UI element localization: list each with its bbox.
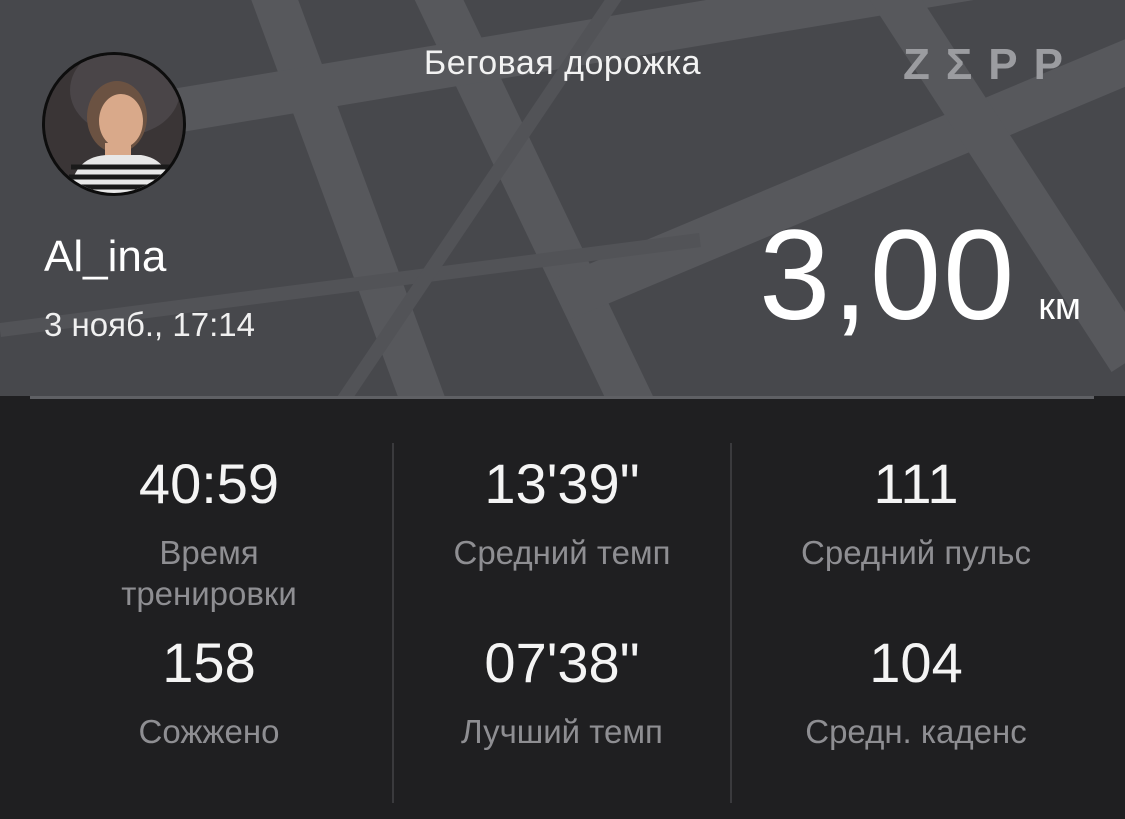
distance-display: 3,00 км — [759, 212, 1081, 340]
stat-label: Средн. каденс — [805, 713, 1027, 750]
user-name: Al_ina — [44, 232, 167, 281]
distance-value: 3,00 — [759, 204, 1017, 347]
stat-average-cadence: 104 Средн. каденс — [734, 635, 1098, 752]
stat-average-pace: 13'39" Средний темп — [396, 456, 728, 573]
stat-value: 40:59 — [138, 452, 280, 515]
stat-label: Средний пульс — [801, 534, 1031, 571]
distance-unit: км — [1038, 286, 1081, 328]
stat-average-heart-rate: 111 Средний пульс — [734, 456, 1098, 573]
stat-workout-time: 40:59 Время тренировки — [44, 456, 374, 614]
stat-value: 07'38" — [484, 631, 640, 694]
workout-date-time: 3 нояб., 17:14 — [44, 306, 255, 343]
stat-value: 13'39" — [484, 452, 640, 515]
column-separator — [730, 443, 732, 803]
workout-header: Беговая дорожка ZΣPP Al_ina 3 нояб., 17:… — [0, 0, 1125, 396]
column-separator — [392, 443, 394, 803]
stat-value: 111 — [873, 452, 959, 515]
stat-value: 104 — [869, 631, 963, 694]
stats-grid: 40:59 Время тренировки 13'39" Средний те… — [0, 399, 1125, 819]
stat-best-pace: 07'38" Лучший темп — [396, 635, 728, 752]
stat-label: Лучший темп — [461, 713, 663, 750]
stat-calories-burned: 158 Сожжено — [44, 635, 374, 752]
stat-value: 158 — [162, 631, 256, 694]
stat-label: Средний темп — [453, 534, 671, 571]
stat-label: Время тренировки — [121, 534, 297, 612]
zepp-logo-icon: ZΣPP — [903, 40, 1079, 89]
stat-label: Сожжено — [138, 713, 280, 750]
workout-summary-screen: Беговая дорожка ZΣPP Al_ina 3 нояб., 17:… — [0, 0, 1125, 819]
